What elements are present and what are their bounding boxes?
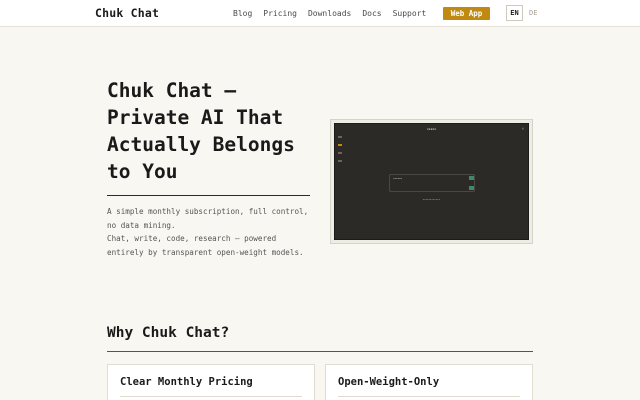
preview-chat-input: ▪▪▪▪▪▪ <box>389 174 475 192</box>
preview-sidebar-item <box>338 136 342 138</box>
preview-sidebar-item <box>338 160 342 162</box>
feature-card-title: Clear Monthly Pricing <box>120 376 253 388</box>
preview-send-button <box>469 176 474 180</box>
preview-input-placeholder: ▪▪▪▪▪▪ <box>393 177 403 180</box>
why-section-divider <box>107 351 533 352</box>
app-screenshot-preview: ▪▪▪▪▪ × ▪▪▪▪▪▪ ▪▪▪▪▪▪▪▪▪▪▪▪ <box>330 119 533 244</box>
why-section-title: Why Chuk Chat? <box>107 325 230 341</box>
top-navigation-bar: Chuk Chat Blog Pricing Downloads Docs Su… <box>0 0 640 27</box>
preview-close-icon: × <box>521 126 524 131</box>
language-de-button[interactable]: DE <box>529 9 537 17</box>
preview-footer-text: ▪▪▪▪▪▪▪▪▪▪▪▪ <box>422 198 441 201</box>
feature-card-title: Open-Weight-Only <box>338 376 440 388</box>
hero-description-line-1: A simple monthly subscription, full cont… <box>107 207 309 230</box>
hero-divider <box>107 195 310 196</box>
nav-link-support[interactable]: Support <box>393 9 427 18</box>
nav-link-blog[interactable]: Blog <box>233 9 252 18</box>
hero-description: A simple monthly subscription, full cont… <box>107 205 317 259</box>
feature-card-divider <box>338 396 520 397</box>
nav-link-pricing[interactable]: Pricing <box>263 9 297 18</box>
nav-link-downloads[interactable]: Downloads <box>308 9 351 18</box>
brand-logo-text[interactable]: Chuk Chat <box>95 6 159 20</box>
web-app-button[interactable]: Web App <box>443 7 490 20</box>
nav-link-docs[interactable]: Docs <box>362 9 381 18</box>
main-nav: Blog Pricing Downloads Docs Support <box>233 9 437 18</box>
feature-card-pricing: Clear Monthly Pricing <box>107 364 315 400</box>
preview-sidebar-item <box>338 152 342 154</box>
feature-card-divider <box>120 396 302 397</box>
feature-card-open-weight: Open-Weight-Only <box>325 364 533 400</box>
preview-action-button <box>469 186 474 190</box>
preview-window-title: ▪▪▪▪▪ <box>426 127 437 131</box>
app-screenshot-screen: ▪▪▪▪▪ × ▪▪▪▪▪▪ ▪▪▪▪▪▪▪▪▪▪▪▪ <box>334 123 529 240</box>
language-en-button[interactable]: EN <box>506 5 523 21</box>
preview-sidebar-item <box>338 144 342 146</box>
hero-description-line-2: Chat, write, code, research — powered en… <box>107 234 304 257</box>
hero-title: Chuk Chat — Private AI That Actually Bel… <box>107 79 295 183</box>
